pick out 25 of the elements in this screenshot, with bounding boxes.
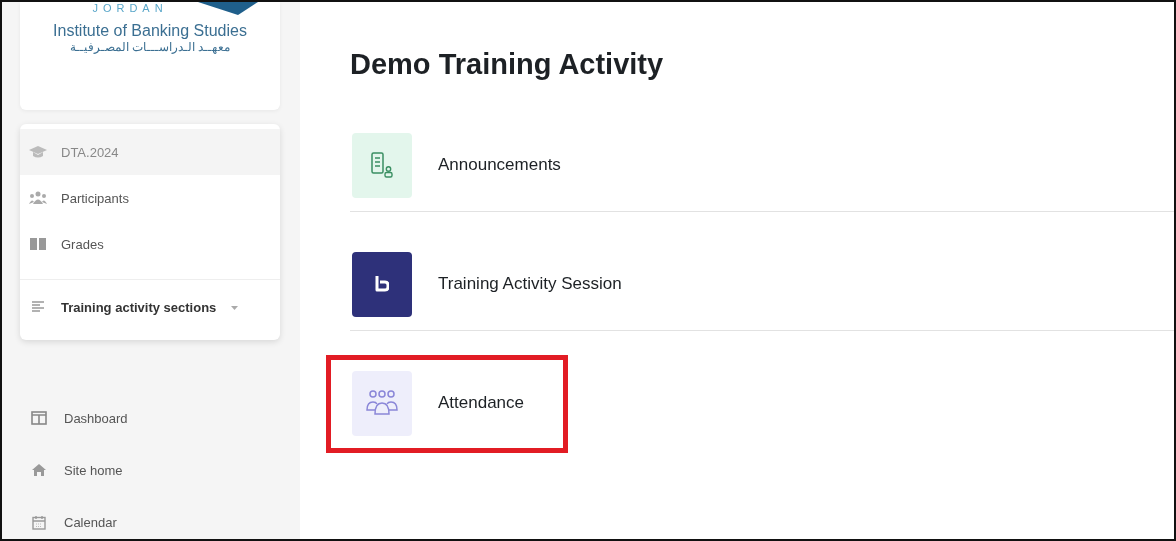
activity-link[interactable]: Training Activity Session: [438, 274, 622, 294]
logo-mark-icon: [198, 2, 258, 16]
course-menu-item[interactable]: Grades: [20, 221, 280, 267]
nav-item[interactable]: Calendar: [2, 496, 300, 539]
calendar-icon: [32, 514, 46, 530]
institute-name-arabic: معهــد الـدراســـات المصـرفيــة: [69, 40, 231, 54]
list-icon: [31, 300, 45, 314]
home-icon: [31, 463, 47, 477]
course-menu-item[interactable]: Participants: [20, 175, 280, 221]
dashboard-icon: [31, 411, 47, 425]
people-icon: [29, 191, 47, 205]
book-icon: [29, 237, 47, 251]
nav-item[interactable]: Dashboard: [2, 392, 300, 444]
graduation-cap-icon: [29, 145, 47, 159]
activity-link[interactable]: Attendance: [438, 393, 524, 413]
document-person-icon: [371, 152, 393, 178]
institute-name: Institute of Banking Studies: [53, 22, 247, 40]
group-icon: [365, 390, 399, 416]
sections-dropdown[interactable]: Training activity sections: [20, 279, 280, 334]
caret-icon: [231, 305, 239, 310]
letter-b-icon: [375, 275, 389, 293]
nav-item[interactable]: Site home: [2, 444, 300, 496]
activity-link[interactable]: Announcements: [438, 155, 561, 175]
logo-country-text: JORDAN: [92, 2, 168, 14]
page-title: Demo Training Activity: [350, 48, 665, 81]
